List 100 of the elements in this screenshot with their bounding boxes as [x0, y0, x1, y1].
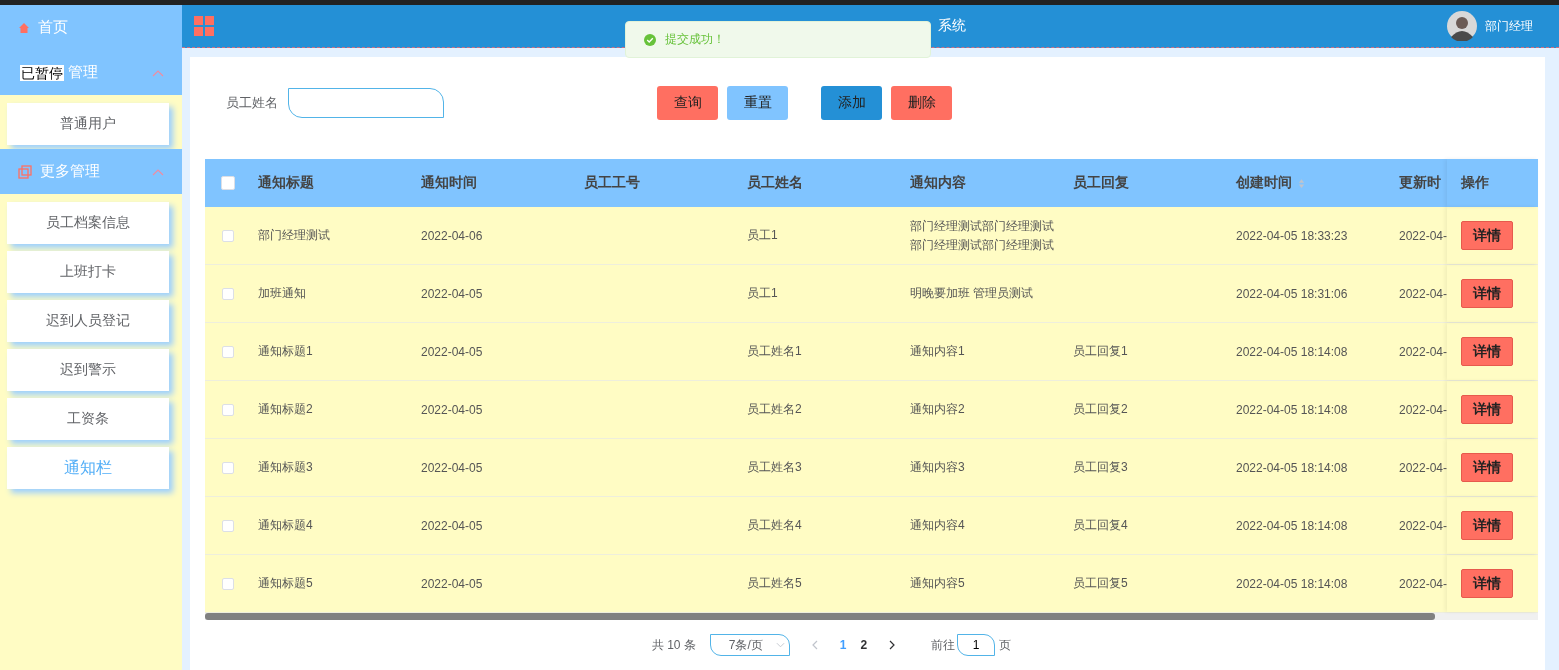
search-label: 员工姓名 [226, 94, 278, 112]
app-title: 系统 [938, 17, 967, 35]
check-circle-icon [644, 33, 656, 46]
row-checkbox[interactable] [221, 461, 234, 474]
action-button[interactable]: 查询 [657, 86, 718, 120]
detail-button[interactable]: 详情 [1461, 511, 1513, 540]
row-checkbox[interactable] [221, 229, 234, 242]
page-suffix: 页 [999, 636, 1012, 654]
home-icon [18, 21, 30, 34]
user-name[interactable]: 部门经理 [1485, 17, 1533, 35]
table-cell: 2022-04-05 [421, 518, 483, 533]
total-count: 共 10 条 [651, 636, 696, 654]
detail-button[interactable]: 详情 [1461, 395, 1513, 424]
detail-button[interactable]: 详情 [1461, 337, 1513, 366]
column-header: 员工回复 [1073, 174, 1129, 192]
table-cell: 通知标题4 [258, 518, 313, 532]
table-cell: 2022-04-05 [421, 344, 483, 359]
table-cell: 2022-04-05 18:14:08 [1236, 576, 1348, 591]
table-cell: 通知内容5 [910, 576, 965, 590]
table-cell: 2022-04-05 18:14:08 [1236, 402, 1348, 417]
table-cell: 2022-04- [1399, 286, 1448, 301]
table-cell: 员工回复1 [1073, 344, 1128, 358]
table-cell: 2022-04- [1399, 576, 1448, 591]
table-cell: 员工姓名4 [747, 518, 802, 532]
scrollbar-thumb[interactable] [205, 613, 1435, 620]
goto-label: 前往 [931, 636, 956, 654]
table-cell: 2022-04- [1399, 460, 1448, 475]
row-checkbox[interactable] [221, 403, 234, 416]
table-cell: 员工回复3 [1073, 460, 1128, 474]
previous-page-icon[interactable] [811, 640, 818, 650]
table-cell: 通知内容3 [910, 460, 965, 474]
row-checkbox[interactable] [221, 287, 234, 300]
menu-group-header[interactable]: 已暂停 管理 [0, 50, 182, 95]
table-cell: 2022-04-05 [421, 460, 483, 475]
table-cell: 通知标题5 [258, 576, 313, 590]
menu-item[interactable]: 普通用户 [7, 103, 169, 145]
table-cell: 2022-04-05 18:33:23 [1236, 228, 1348, 243]
search-field[interactable] [288, 88, 444, 118]
column-header: 员工工号 [584, 174, 640, 192]
table-cell: 员工回复5 [1073, 576, 1128, 590]
table-cell: 2022-04-05 18:31:06 [1236, 286, 1348, 301]
table-cell: 2022-04- [1399, 518, 1448, 533]
menu-item[interactable]: 迟到人员登记 [7, 300, 169, 342]
table-cell: 部门经理测试部门经理测试部门经理测试部门经理测试 [910, 218, 1054, 252]
table-cell: 明晚要加班 管理员测试 [910, 286, 1034, 300]
next-page-icon[interactable] [889, 640, 896, 650]
avatar-icon[interactable] [1447, 11, 1477, 41]
action-button[interactable]: 删除 [891, 86, 952, 120]
select-all-checkbox[interactable] [220, 176, 235, 190]
table-cell: 2022-04- [1399, 344, 1448, 359]
column-header: 员工姓名 [747, 174, 803, 192]
table-cell: 员工回复4 [1073, 518, 1128, 532]
grid-menu-icon[interactable] [194, 16, 214, 36]
table-cell: 部门经理测试 [258, 228, 330, 242]
table-cell: 员工1 [747, 228, 778, 242]
row-checkbox[interactable] [221, 519, 234, 532]
toast-message: 提交成功！ [665, 31, 725, 48]
sort-icon[interactable] [1298, 177, 1305, 189]
detail-button[interactable]: 详情 [1461, 453, 1513, 482]
table-cell: 2022-04-05 [421, 402, 483, 417]
row-checkbox[interactable] [221, 345, 234, 358]
menu-item[interactable]: 员工档案信息 [7, 202, 169, 244]
page-number[interactable]: 2 [860, 638, 868, 652]
detail-button[interactable]: 详情 [1461, 279, 1513, 308]
table-cell: 2022-04-05 18:14:08 [1236, 518, 1348, 533]
table-cell: 员工回复2 [1073, 402, 1128, 416]
table-cell: 员工姓名5 [747, 576, 802, 590]
column-header: 通知时间 [421, 174, 477, 192]
table-cell: 2022-04-05 [421, 576, 483, 591]
column-header: 更新时 [1399, 174, 1441, 192]
table-cell: 员工姓名2 [747, 402, 802, 416]
copy-icon [18, 164, 32, 179]
table-cell: 通知标题2 [258, 402, 313, 416]
detail-button[interactable]: 详情 [1461, 221, 1513, 250]
menu-item[interactable]: 工资条 [7, 398, 169, 440]
table-cell: 2022-04-05 18:14:08 [1236, 460, 1348, 475]
menu-item[interactable]: 上班打卡 [7, 251, 169, 293]
table-cell: 通知内容1 [910, 344, 965, 358]
table-cell: 通知内容2 [910, 402, 965, 416]
table-cell: 2022-04- [1399, 228, 1448, 243]
table-cell: 2022-04- [1399, 402, 1448, 417]
table-cell: 2022-04-05 18:14:08 [1236, 344, 1348, 359]
page-size-select[interactable]: 7条/页 [709, 634, 790, 656]
column-header: 通知内容 [910, 174, 966, 192]
table-cell: 加班通知 [258, 286, 306, 300]
action-button[interactable]: 重置 [727, 86, 788, 120]
goto-page-field[interactable]: 1 [957, 634, 996, 656]
column-header: 创建时间 [1236, 174, 1292, 192]
table-cell: 通知内容4 [910, 518, 965, 532]
table-cell: 员工姓名3 [747, 460, 802, 474]
table-cell: 2022-04-05 [421, 286, 483, 301]
row-checkbox[interactable] [221, 577, 234, 590]
chevron-up-icon [152, 167, 164, 176]
table-cell: 员工1 [747, 286, 778, 300]
table-cell: 2022-04-06 [421, 228, 483, 243]
detail-button[interactable]: 详情 [1461, 569, 1513, 598]
action-button[interactable]: 添加 [821, 86, 882, 120]
chevron-down-icon [775, 642, 785, 648]
paused-label: 已暂停 [20, 64, 64, 81]
menu-item[interactable]: 迟到警示 [7, 349, 169, 391]
